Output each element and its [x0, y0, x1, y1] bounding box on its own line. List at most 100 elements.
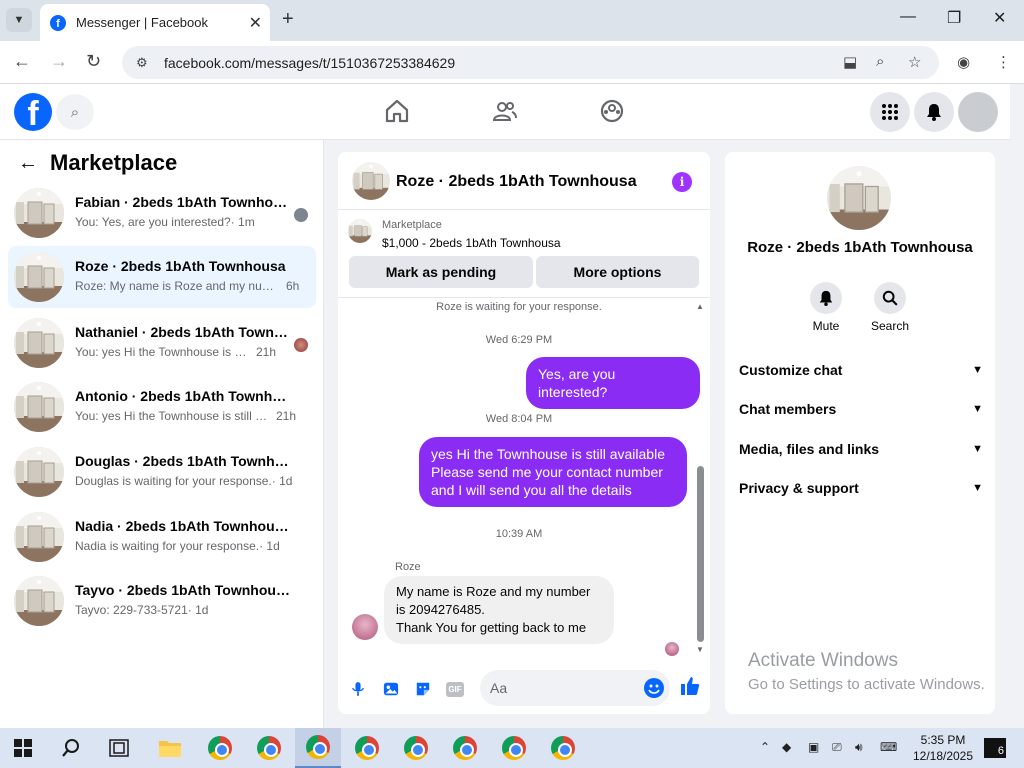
conversation-item[interactable]: Douglas · 2beds 1bAth Townhousa Douglas … [8, 441, 316, 503]
site-info-icon[interactable]: ⚙ [136, 55, 152, 71]
details-title: Roze · 2beds 1bAth Townhousa [747, 239, 973, 256]
microphone-icon[interactable] [347, 678, 369, 700]
windows-start-icon[interactable] [0, 728, 46, 768]
marketplace-conversation-panel: ← Marketplace Fabian · 2beds 1bAth Townh… [0, 140, 324, 728]
listing-thumbnail [14, 447, 64, 497]
windows-taskbar: ⌃ ◆ ▣ ⎚ 🔊︎ ⌨ 5:35 PM 12/18/2025 6 [0, 728, 1024, 768]
back-arrow-icon[interactable]: ← [18, 152, 38, 175]
customize-chat-section[interactable]: Customize chat ▼ [739, 358, 983, 382]
system-clock[interactable]: 5:35 PM 12/18/2025 [912, 732, 974, 764]
gif-icon[interactable]: GIF [444, 678, 466, 700]
account-avatar[interactable] [958, 92, 998, 132]
conversation-item[interactable]: Nathaniel · 2beds 1bAth Townho... You: y… [8, 312, 316, 374]
message-input[interactable]: Aa [480, 670, 670, 706]
groups-icon[interactable] [599, 98, 625, 124]
media-files-links-section[interactable]: Media, files and links ▼ [739, 437, 983, 461]
listing-thumbnail [14, 512, 64, 562]
apps-menu-icon[interactable] [870, 92, 910, 132]
bell-icon [810, 282, 842, 314]
browser-profile-icon[interactable]: ◉ [957, 53, 970, 71]
chrome-taskbar-icon[interactable] [442, 728, 488, 768]
show-hidden-icons-icon[interactable]: ⌃ [760, 740, 770, 754]
message-composer: GIF Aa [338, 664, 710, 714]
scroll-down-icon[interactable]: ▼ [696, 645, 704, 654]
friends-icon[interactable] [492, 98, 518, 124]
listing-thumbnail [14, 188, 64, 238]
sticker-icon[interactable] [412, 678, 434, 700]
mark-as-pending-button[interactable]: Mark as pending [349, 256, 533, 288]
url-omnibox[interactable]: ⚙ facebook.com/messages/t/15103672533846… [122, 46, 939, 79]
facebook-search-icon[interactable]: ⌕ [56, 94, 94, 130]
chrome-taskbar-icon[interactable] [344, 728, 390, 768]
thumbs-up-icon[interactable] [680, 676, 700, 702]
conversation-item[interactable]: Fabian · 2beds 1bAth Townhousa You: Yes,… [8, 182, 316, 244]
install-app-icon[interactable]: ⬓ [843, 53, 857, 71]
search-label: Search [870, 319, 910, 333]
keyboard-icon[interactable]: ⌨ [880, 740, 897, 754]
more-options-button[interactable]: More options [536, 256, 699, 288]
chrome-taskbar-icon[interactable] [393, 728, 439, 768]
network-icon[interactable]: ⎚ [832, 740, 842, 755]
browser-menu-icon[interactable]: ⋮ [996, 53, 1011, 71]
info-icon[interactable]: i [672, 172, 692, 192]
file-explorer-icon[interactable] [147, 728, 193, 768]
sender-avatar[interactable] [352, 614, 378, 640]
page-scrollbar[interactable] [1010, 84, 1024, 728]
search-in-conversation-button[interactable]: Search [860, 282, 920, 333]
close-tab-icon[interactable]: ✕ [249, 13, 262, 33]
photo-icon[interactable] [380, 678, 402, 700]
conversation-preview: You: Yes, are you interested? · 1m [75, 215, 255, 229]
browser-addressbar: ← → ↻ ⚙ facebook.com/messages/t/15103672… [0, 41, 1024, 84]
activate-windows-watermark: Activate Windows Go to Settings to activ… [748, 650, 985, 693]
bookmark-star-icon[interactable]: ☆ [908, 53, 921, 71]
emoji-icon[interactable] [644, 678, 664, 698]
notifications-bell-icon[interactable] [914, 92, 954, 132]
forward-arrow-icon[interactable]: → [50, 51, 68, 72]
chrome-taskbar-icon[interactable] [246, 728, 292, 768]
timestamp: Wed 8:04 PM [485, 413, 553, 425]
chrome-taskbar-icon[interactable] [540, 728, 586, 768]
conversation-item[interactable]: Antonio · 2beds 1bAth Townhousa You: yes… [8, 376, 316, 438]
minimize-window-icon[interactable]: — [900, 8, 916, 26]
chat-listing-avatar[interactable] [352, 162, 390, 200]
notification-center-icon[interactable]: 6 [984, 738, 1006, 758]
new-tab-button[interactable]: + [282, 8, 294, 31]
back-arrow-icon[interactable]: ← [13, 51, 31, 72]
reload-icon[interactable]: ↻ [86, 51, 101, 72]
conversation-item-active[interactable]: Roze · 2beds 1bAth Townhousa Roze: My na… [8, 246, 316, 308]
home-icon[interactable] [384, 98, 410, 124]
maximize-window-icon[interactable]: ❐ [947, 8, 961, 28]
facebook-logo[interactable]: f [14, 93, 52, 131]
chat-members-section[interactable]: Chat members ▼ [739, 397, 983, 421]
chat-scrollbar[interactable] [697, 466, 704, 642]
conversation-item[interactable]: Tayvo · 2beds 1bAth Townhousa Tayvo: 229… [8, 570, 316, 632]
privacy-support-section[interactable]: Privacy & support ▼ [739, 476, 983, 500]
tab-search-dropdown[interactable]: ▼ [6, 8, 32, 32]
mute-button[interactable]: Mute [796, 282, 856, 333]
chat-title[interactable]: Roze · 2beds 1bAth Townhousa [396, 173, 637, 191]
conversation-item[interactable]: Nadia · 2beds 1bAth Townhousa Nadia is w… [8, 506, 316, 568]
task-view-icon[interactable] [96, 728, 142, 768]
facebook-favicon-icon: f [50, 14, 66, 31]
meet-now-icon[interactable]: ▣ [808, 740, 819, 754]
browser-tab-messenger[interactable]: f Messenger | Facebook ✕ [40, 4, 270, 41]
waiting-note: Roze is waiting for your response. [436, 301, 602, 313]
close-window-icon[interactable]: ✕ [993, 8, 1006, 28]
tray-app-icon[interactable]: ◆ [782, 740, 791, 754]
zoom-icon[interactable]: ⌕ [876, 53, 884, 70]
outgoing-message[interactable]: yes Hi the Townhouse is still available … [419, 437, 687, 507]
sender-name: Roze [395, 561, 421, 573]
chat-avatar-large[interactable] [827, 166, 891, 230]
facebook-header: f ⌕ [0, 84, 1010, 140]
scroll-up-icon[interactable]: ▲ [696, 302, 704, 311]
chrome-taskbar-icon[interactable] [197, 728, 243, 768]
outgoing-message[interactable]: Yes, are you interested? [526, 357, 700, 409]
listing-price[interactable]: $1,000 - 2beds 1bAth Townhousa [382, 236, 561, 250]
taskbar-search-icon[interactable] [48, 728, 94, 768]
conversation-name: Nadia · 2beds 1bAth Townhousa [75, 518, 290, 534]
incoming-message[interactable]: My name is Roze and my number is 2094276… [384, 576, 614, 644]
listing-source: Marketplace [382, 219, 442, 231]
volume-icon[interactable]: 🔊︎ [855, 740, 863, 755]
chrome-taskbar-icon[interactable] [491, 728, 537, 768]
chrome-taskbar-icon-active[interactable] [295, 728, 341, 768]
